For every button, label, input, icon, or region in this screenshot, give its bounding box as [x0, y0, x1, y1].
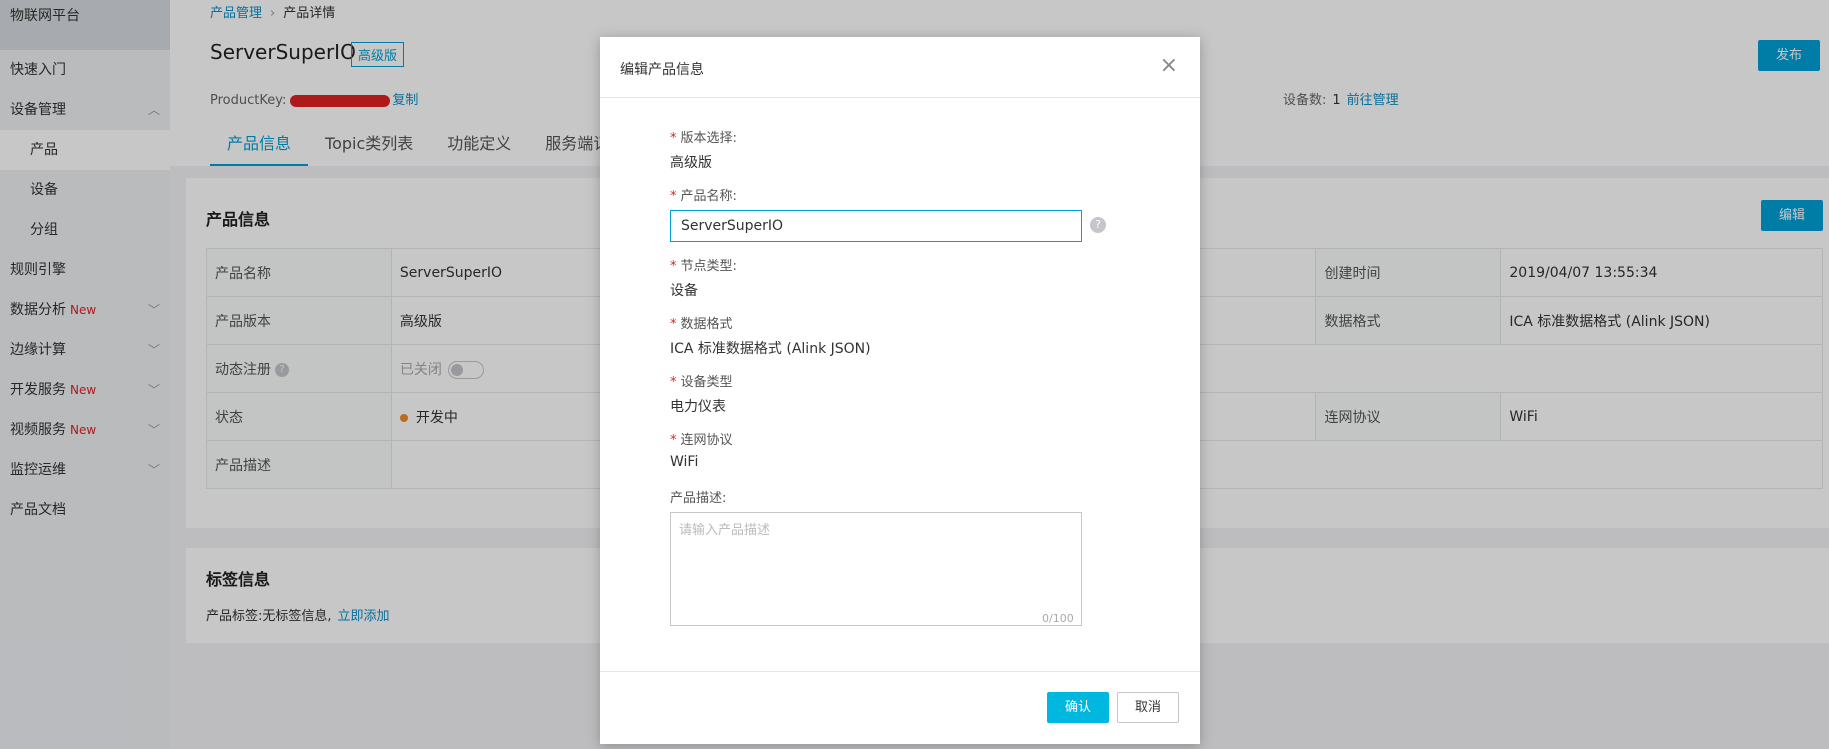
- device-type-value: 电力仪表: [670, 399, 726, 415]
- edit-product-dialog: 编辑产品信息 × *版本选择: 高级版 *产品名称: ? *节点类型: 设备 *…: [600, 37, 1200, 744]
- field-label: * 节点类型:: [670, 255, 737, 274]
- required-mark: *: [670, 375, 677, 390]
- description-field: 产品描述: 0/100: [670, 487, 1082, 626]
- field-label: * 设备类型: [670, 371, 733, 390]
- help-icon[interactable]: ?: [1090, 217, 1106, 233]
- data-format-field: * 数据格式 ICA 标准数据格式 (Alink JSON): [670, 313, 871, 358]
- cancel-button[interactable]: 取消: [1117, 692, 1179, 723]
- description-textarea[interactable]: [670, 512, 1082, 626]
- name-field: *产品名称: ?: [670, 185, 1106, 242]
- protocol-field: * 连网协议 WiFi: [670, 429, 733, 470]
- node-type-value: 设备: [670, 283, 698, 299]
- edition-value: 高级版: [670, 155, 712, 171]
- dialog-footer: 确认 取消: [600, 671, 1200, 744]
- product-name-input[interactable]: [670, 210, 1082, 242]
- field-label: * 产品名称:: [670, 185, 1082, 204]
- protocol-label: 连网协议: [680, 433, 733, 448]
- node-type-field: * 节点类型: 设备: [670, 255, 737, 300]
- data-format-value: ICA 标准数据格式 (Alink JSON): [670, 341, 871, 357]
- required-mark: *: [670, 189, 677, 204]
- device-type-label: 设备类型: [680, 375, 733, 390]
- device-type-field: * 设备类型 电力仪表: [670, 371, 733, 416]
- dialog-title: 编辑产品信息: [620, 62, 704, 78]
- required-mark: *: [670, 433, 677, 448]
- dialog-header: 编辑产品信息 ×: [600, 37, 1200, 98]
- name-label: 产品名称:: [680, 189, 737, 204]
- field-label: * 版本选择:: [670, 127, 737, 146]
- edition-field: * 版本选择: 高级版: [670, 127, 737, 172]
- field-label: * 数据格式: [670, 313, 871, 332]
- required-mark: *: [670, 131, 677, 146]
- close-icon[interactable]: ×: [1160, 53, 1178, 78]
- required-mark: *: [670, 259, 677, 274]
- char-counter: 0/100: [1042, 612, 1074, 625]
- field-label: * 连网协议: [670, 429, 733, 448]
- description-label: 产品描述:: [670, 491, 727, 506]
- data-format-label: 数据格式: [680, 317, 733, 332]
- edition-label: 版本选择:: [680, 131, 737, 146]
- node-type-label: 节点类型:: [680, 259, 737, 274]
- confirm-button[interactable]: 确认: [1047, 692, 1109, 723]
- required-mark: *: [670, 317, 677, 332]
- protocol-value: WiFi: [670, 454, 699, 470]
